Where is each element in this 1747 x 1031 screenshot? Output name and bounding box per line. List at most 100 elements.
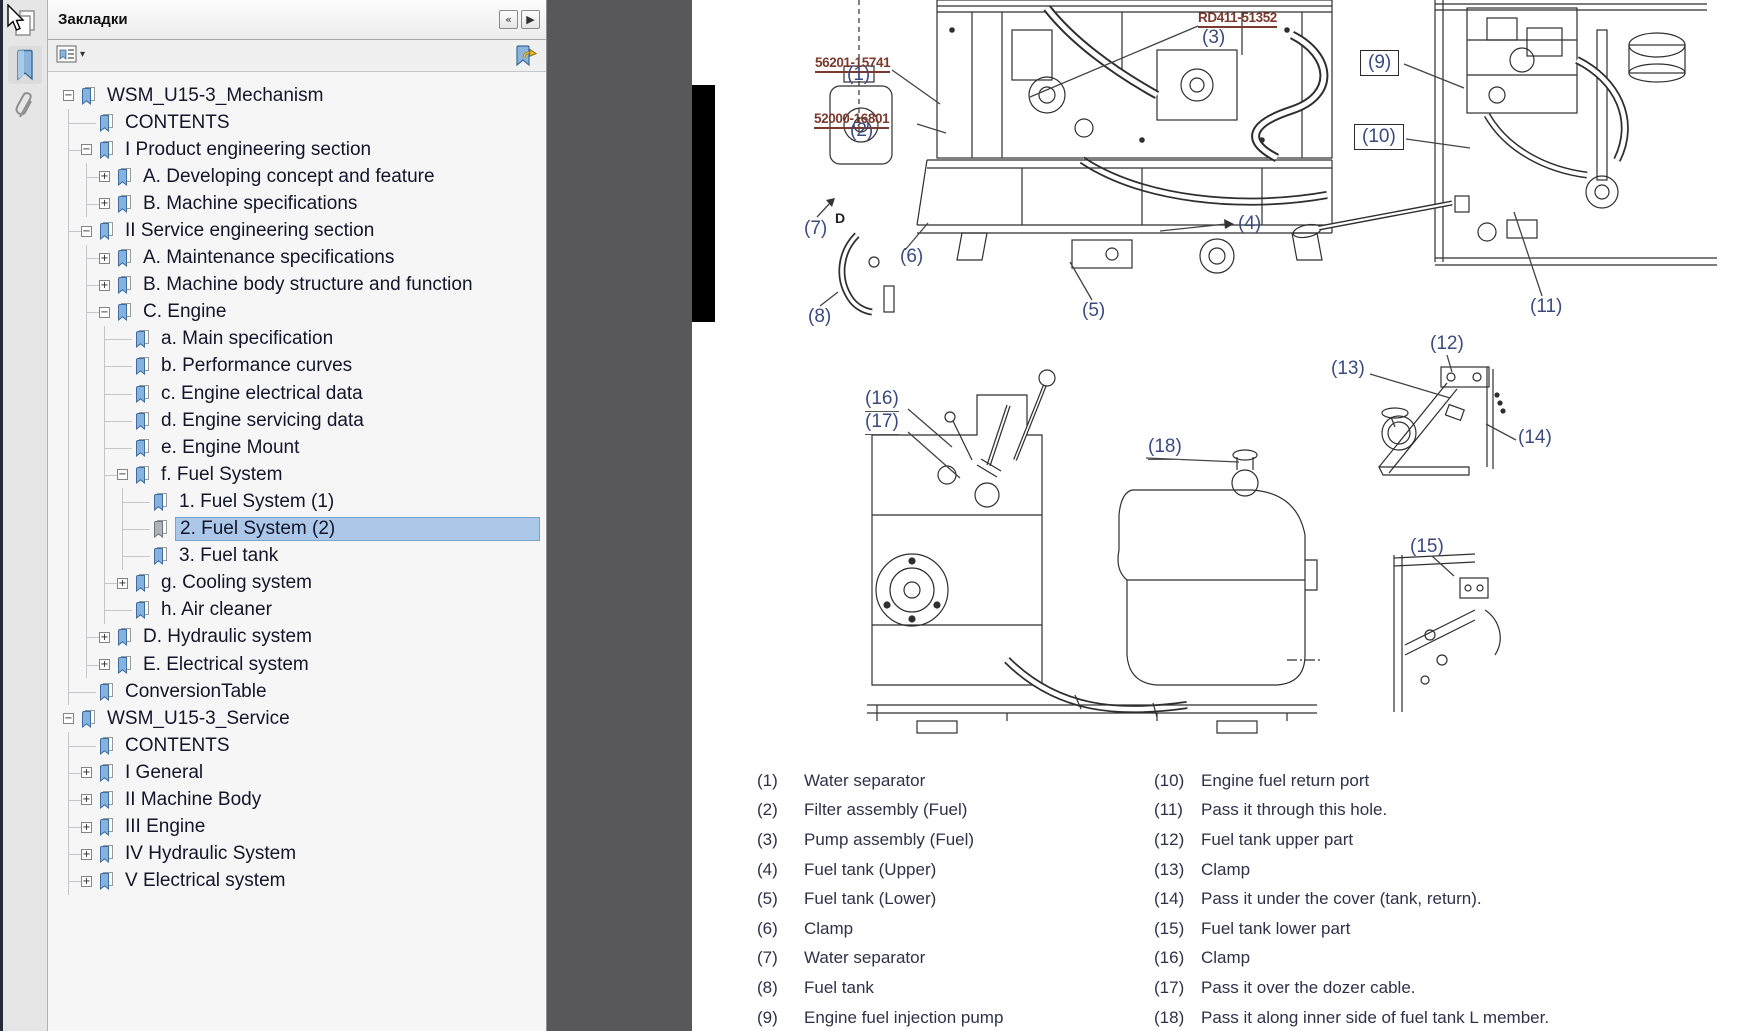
bookmark-label[interactable]: f. Fuel System xyxy=(157,463,286,487)
bookmark-label[interactable]: IV Hydraulic System xyxy=(121,842,300,866)
bookmark-item[interactable]: + V Electrical system xyxy=(48,868,546,895)
bookmark-item[interactable]: + g. Cooling system xyxy=(48,570,546,597)
new-bookmark-button[interactable] xyxy=(514,44,538,68)
attachments-panel-button[interactable] xyxy=(8,88,42,126)
expand-expander-icon[interactable]: + xyxy=(99,198,110,209)
bookmark-label[interactable]: II Machine Body xyxy=(121,788,265,812)
bookmark-item[interactable]: 3. Fuel tank xyxy=(48,543,546,570)
bookmark-label[interactable]: a. Main specification xyxy=(157,327,337,351)
bookmark-label[interactable]: CONTENTS xyxy=(121,111,234,135)
expand-expander-icon[interactable]: + xyxy=(99,253,110,264)
bookmark-label[interactable]: I Product engineering section xyxy=(121,138,375,162)
bookmark-label[interactable]: 3. Fuel tank xyxy=(175,544,282,568)
collapse-expander-icon[interactable]: − xyxy=(81,226,92,237)
diagram-callout-c17: (17) xyxy=(865,411,899,435)
bookmark-item[interactable]: h. Air cleaner xyxy=(48,597,546,624)
collapse-expander-icon[interactable]: − xyxy=(99,307,110,318)
collapse-expander-icon[interactable]: − xyxy=(117,469,128,480)
document-background xyxy=(547,0,692,1031)
bookmark-item[interactable]: a. Main specification xyxy=(48,326,546,353)
bookmark-item[interactable]: + D. Hydraulic system xyxy=(48,624,546,651)
expander-cell xyxy=(117,434,135,461)
bookmark-item[interactable]: e. Engine Mount xyxy=(48,434,546,461)
bookmark-item[interactable]: + B. Machine body structure and function xyxy=(48,272,546,299)
expand-expander-icon[interactable]: + xyxy=(99,280,110,291)
bookmark-label[interactable]: C. Engine xyxy=(139,300,230,324)
bookmark-label[interactable]: E. Electrical system xyxy=(139,653,313,677)
expand-expander-icon[interactable]: + xyxy=(81,876,92,887)
bookmark-item[interactable]: + II Machine Body xyxy=(48,786,546,813)
bookmark-label[interactable]: c. Engine electrical data xyxy=(157,382,367,406)
part-ref-number: (12) xyxy=(1154,830,1201,850)
bookmark-label[interactable]: 2. Fuel System (2) xyxy=(175,517,540,541)
bookmark-item[interactable]: + A. Developing concept and feature xyxy=(48,163,546,190)
bookmark-item[interactable]: + B. Machine specifications xyxy=(48,190,546,217)
bookmark-label[interactable]: I General xyxy=(121,761,207,785)
bookmark-item[interactable]: + III Engine xyxy=(48,814,546,841)
bookmark-label[interactable]: 1. Fuel System (1) xyxy=(175,490,338,514)
pdf-viewer-app: Закладки « ▶ ▾ xyxy=(0,0,1747,1031)
bookmark-label[interactable]: III Engine xyxy=(121,815,209,839)
tree-guide xyxy=(99,326,117,353)
tree-guide xyxy=(99,380,117,407)
bookmark-item[interactable]: − WSM_U15-3_Mechanism xyxy=(48,82,546,109)
bookmark-item[interactable]: b. Performance curves xyxy=(48,353,546,380)
part-name: Clamp xyxy=(1201,860,1250,880)
bookmark-label[interactable]: D. Hydraulic system xyxy=(139,625,316,649)
bookmark-item[interactable]: c. Engine electrical data xyxy=(48,380,546,407)
expand-expander-icon[interactable]: + xyxy=(81,767,92,778)
diagram-callout-c4: (4) xyxy=(1238,213,1261,235)
bookmark-item[interactable]: ConversionTable xyxy=(48,678,546,705)
bookmark-item[interactable]: 1. Fuel System (1) xyxy=(48,488,546,515)
collapse-expander-icon[interactable]: − xyxy=(63,90,74,101)
tree-guide xyxy=(117,516,135,543)
bookmark-item[interactable]: − f. Fuel System xyxy=(48,461,546,488)
expand-expander-icon[interactable]: + xyxy=(99,659,110,670)
collapse-panel-button[interactable]: « xyxy=(499,10,518,29)
tree-guide xyxy=(63,678,81,705)
bookmark-label[interactable]: b. Performance curves xyxy=(157,354,356,378)
bookmark-item[interactable]: + I General xyxy=(48,759,546,786)
collapse-expander-icon[interactable]: − xyxy=(63,713,74,724)
bookmark-item[interactable]: + IV Hydraulic System xyxy=(48,841,546,868)
collapse-expander-icon[interactable]: − xyxy=(81,144,92,155)
bookmark-label[interactable]: II Service engineering section xyxy=(121,219,378,243)
expand-expander-icon[interactable]: + xyxy=(81,849,92,860)
bookmark-label[interactable]: WSM_U15-3_Mechanism xyxy=(103,84,327,108)
bookmark-label[interactable]: V Electrical system xyxy=(121,869,289,893)
expand-expander-icon[interactable]: + xyxy=(99,171,110,182)
bookmark-label[interactable]: CONTENTS xyxy=(121,734,234,758)
bookmark-item[interactable]: − WSM_U15-3_Service xyxy=(48,705,546,732)
bookmark-label[interactable]: A. Maintenance specifications xyxy=(139,246,398,270)
bookmark-label[interactable]: e. Engine Mount xyxy=(157,436,303,460)
bookmark-item[interactable]: CONTENTS xyxy=(48,109,546,136)
diagram-callout-c15: (15) xyxy=(1410,536,1444,558)
expand-expander-icon[interactable]: + xyxy=(117,578,128,589)
bookmark-label[interactable]: WSM_U15-3_Service xyxy=(103,707,294,731)
expand-expander-icon[interactable]: + xyxy=(81,794,92,805)
bookmarks-panel-button[interactable] xyxy=(8,46,42,84)
parts-list-row: (9)Engine fuel injection pump xyxy=(757,1003,1003,1031)
expand-panel-button[interactable]: ▶ xyxy=(521,10,540,29)
bookmark-label[interactable]: A. Developing concept and feature xyxy=(139,165,439,189)
expand-expander-icon[interactable]: + xyxy=(99,632,110,643)
bookmark-options-button[interactable]: ▾ xyxy=(56,44,85,64)
bookmark-ribbon-icon xyxy=(153,547,168,565)
part-ref-number: (6) xyxy=(757,919,804,939)
bookmark-item-selected[interactable]: 2. Fuel System (2) xyxy=(48,516,546,543)
bookmark-label[interactable]: B. Machine specifications xyxy=(139,192,361,216)
bookmark-item[interactable]: − II Service engineering section xyxy=(48,217,546,244)
bookmark-label[interactable]: B. Machine body structure and function xyxy=(139,273,477,297)
bookmark-item[interactable]: CONTENTS xyxy=(48,732,546,759)
bookmark-item[interactable]: − C. Engine xyxy=(48,299,546,326)
bookmark-item[interactable]: d. Engine servicing data xyxy=(48,407,546,434)
bookmark-item[interactable]: + A. Maintenance specifications xyxy=(48,245,546,272)
bookmark-item[interactable]: + E. Electrical system xyxy=(48,651,546,678)
bookmark-label[interactable]: ConversionTable xyxy=(121,680,271,704)
bookmark-label[interactable]: g. Cooling system xyxy=(157,571,316,595)
tree-guide xyxy=(117,543,135,570)
expand-expander-icon[interactable]: + xyxy=(81,822,92,833)
bookmark-label[interactable]: h. Air cleaner xyxy=(157,598,276,622)
bookmark-label[interactable]: d. Engine servicing data xyxy=(157,409,368,433)
bookmark-item[interactable]: − I Product engineering section xyxy=(48,136,546,163)
